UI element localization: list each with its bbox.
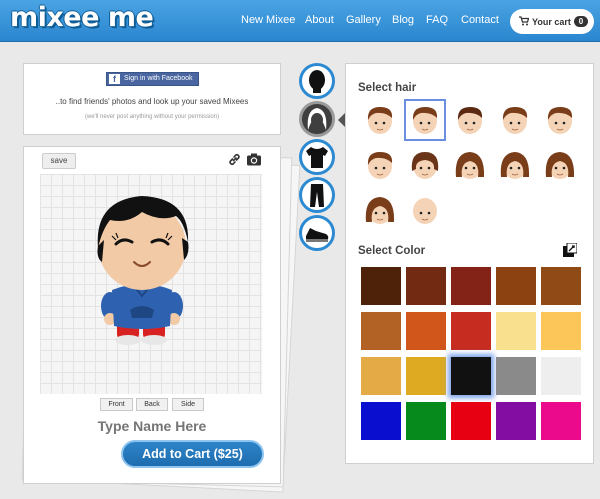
color-swatch[interactable] — [541, 402, 581, 440]
hair-icon — [307, 108, 327, 130]
nav-faq[interactable]: FAQ — [426, 14, 448, 26]
view-front-button[interactable]: Front — [100, 398, 133, 411]
login-message: ..to find friends' photos and look up yo… — [55, 97, 249, 106]
hair-thumbnail-icon — [412, 107, 438, 134]
cart-count-badge: 0 — [574, 16, 588, 27]
color-swatch[interactable] — [451, 312, 491, 350]
hair-thumbnail-icon — [367, 152, 393, 179]
cart-button[interactable]: Your cart 0 — [510, 9, 594, 34]
hair-option[interactable] — [497, 102, 533, 138]
hair-option[interactable] — [407, 192, 443, 228]
color-swatch[interactable] — [361, 267, 401, 305]
hair-thumbnail-icon — [500, 152, 530, 179]
hair-thumbnail-icon — [455, 152, 485, 179]
mixee-character[interactable] — [90, 182, 214, 348]
save-button[interactable]: save — [42, 153, 76, 169]
color-picker-icon[interactable] — [563, 243, 577, 257]
hair-option[interactable] — [542, 147, 578, 183]
cart-label: Your cart — [532, 17, 571, 27]
color-swatch[interactable] — [496, 267, 536, 305]
hair-option[interactable] — [407, 147, 443, 183]
nav-new-mixee[interactable]: New Mixee — [241, 14, 295, 26]
login-note: (we'll never post anything without your … — [84, 114, 220, 120]
hair-option[interactable] — [452, 102, 488, 138]
hair-option[interactable] — [497, 147, 533, 183]
category-skin-button[interactable] — [299, 63, 335, 99]
color-swatch[interactable] — [361, 357, 401, 395]
color-swatch[interactable] — [406, 402, 446, 440]
category-pants-button[interactable] — [299, 177, 335, 213]
color-swatch[interactable] — [406, 267, 446, 305]
name-input[interactable] — [82, 418, 222, 434]
camera-icon[interactable] — [246, 152, 262, 167]
category-shirt-button[interactable] — [299, 139, 335, 175]
skin-icon — [309, 70, 325, 93]
shoe-icon — [306, 228, 329, 242]
hair-thumbnail-icon — [413, 198, 437, 224]
hair-option[interactable] — [404, 99, 446, 141]
nav-gallery[interactable]: Gallery — [346, 14, 381, 26]
hair-option[interactable] — [542, 102, 578, 138]
nav-blog[interactable]: Blog — [392, 14, 414, 26]
link-icon[interactable] — [228, 153, 241, 166]
preview-canvas[interactable] — [40, 174, 262, 394]
select-color-title: Select Color — [358, 245, 426, 257]
hair-option[interactable] — [362, 102, 398, 138]
select-hair-title: Select hair — [358, 82, 417, 94]
hair-thumbnail-icon — [367, 107, 393, 134]
color-swatch[interactable] — [406, 357, 446, 395]
category-hair-button[interactable] — [299, 101, 335, 137]
add-to-cart-button[interactable]: Add to Cart ($25) — [121, 440, 264, 468]
hair-option[interactable] — [362, 192, 398, 228]
color-swatch[interactable] — [361, 312, 401, 350]
view-back-button[interactable]: Back — [136, 398, 168, 411]
color-swatch[interactable] — [451, 357, 491, 395]
color-swatch[interactable] — [541, 267, 581, 305]
color-swatch[interactable] — [451, 267, 491, 305]
hair-thumbnail-icon — [545, 152, 575, 179]
color-swatch[interactable] — [361, 402, 401, 440]
pants-icon — [310, 184, 324, 207]
hair-thumbnail-icon — [547, 107, 573, 134]
hair-thumbnail-icon — [457, 107, 483, 134]
color-swatch[interactable] — [496, 312, 536, 350]
color-swatch[interactable] — [541, 312, 581, 350]
color-swatch[interactable] — [496, 357, 536, 395]
hair-thumbnail-icon — [411, 152, 439, 179]
hair-thumbnail-icon — [365, 197, 395, 224]
top-navbar: mixee me New Mixee About Gallery Blog FA… — [0, 0, 600, 42]
shirt-icon — [306, 147, 328, 168]
color-swatch[interactable] — [406, 312, 446, 350]
hair-option[interactable] — [452, 147, 488, 183]
hair-thumbnail-icon — [502, 107, 528, 134]
facebook-login-panel: f Sign in with Facebook ..to find friend… — [23, 63, 281, 135]
color-swatch[interactable] — [541, 357, 581, 395]
category-shoes-button[interactable] — [299, 215, 335, 251]
color-swatch[interactable] — [451, 402, 491, 440]
panel-pointer — [338, 113, 345, 127]
facebook-icon: f — [109, 74, 120, 84]
color-swatch[interactable] — [496, 402, 536, 440]
hair-option[interactable] — [362, 147, 398, 183]
facebook-signin-label: Sign in with Facebook — [124, 75, 193, 82]
nav-about[interactable]: About — [305, 14, 334, 26]
nav-contact[interactable]: Contact — [461, 14, 499, 26]
view-side-button[interactable]: Side — [172, 398, 204, 411]
facebook-signin-button[interactable]: f Sign in with Facebook — [106, 72, 199, 86]
logo[interactable]: mixee me — [10, 2, 154, 33]
cart-icon — [519, 16, 529, 26]
